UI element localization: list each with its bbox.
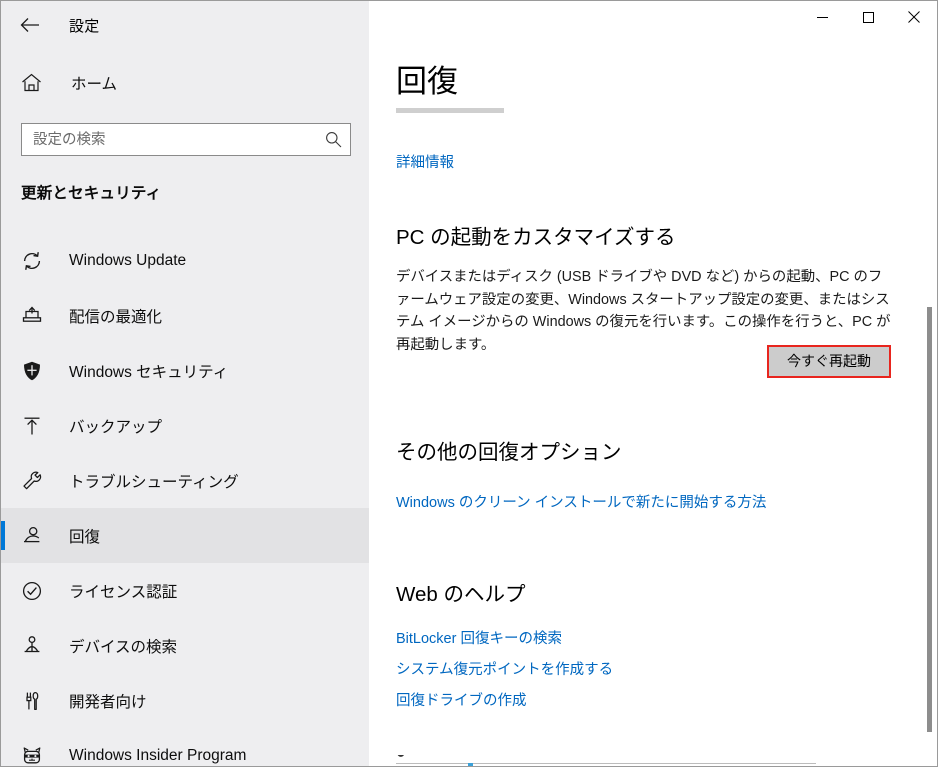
search-input[interactable] [22,124,316,155]
partial-glyph-icon: ● [396,755,406,763]
sidebar-item-for-developers[interactable]: 開発者向け [1,673,369,728]
maximize-button[interactable] [845,1,891,33]
developer-tools-icon [21,689,49,713]
sidebar-item-label: トラブルシューティング [69,473,239,491]
sidebar-item-label: バックアップ [69,418,163,436]
more-info-link[interactable]: 詳細情報 [396,151,454,172]
sidebar-item-label: Windows セキュリティ [69,363,229,381]
sidebar-item-label: ライセンス認証 [69,583,178,601]
check-circle-icon [21,579,49,603]
shield-icon [21,359,49,383]
sidebar-item-windows-security[interactable]: Windows セキュリティ [1,343,369,398]
page-title: 回復 [396,64,458,99]
sidebar-item-label: Windows Insider Program [69,746,247,764]
sidebar-item-backup[interactable]: バックアップ [1,398,369,453]
custom-startup-heading: PC の起動をカスタマイズする [396,226,676,249]
home-icon [21,71,49,95]
close-button[interactable] [891,1,937,33]
search-icon[interactable] [316,124,350,155]
custom-startup-description: デバイスまたはディスク (USB ドライブや DVD など) からの起動、PC … [396,269,891,353]
restart-button-wrapper: 今すぐ再起動 [767,345,891,378]
bottom-accent-mark [468,763,473,766]
window-controls [799,1,937,33]
sidebar-item-windows-update[interactable]: Windows Update [1,233,369,288]
upload-arrow-icon [21,414,49,438]
sidebar-item-label: 配信の最適化 [69,308,163,326]
title-underline [396,108,504,113]
delivery-optimization-icon [21,304,49,328]
content-scrollbar[interactable] [922,33,936,766]
sidebar-item-label: Windows Update [69,251,187,269]
bitlocker-recovery-key-link[interactable]: BitLocker 回復キーの検索 [396,627,562,648]
cut-off-bottom-item: ● [396,755,816,766]
sidebar-item-label: 開発者向け [69,693,147,711]
content-pane: 回復 詳細情報 PC の起動をカスタマイズする デバイスまたはディスク (USB… [369,1,937,766]
restart-now-button[interactable]: 今すぐ再起動 [767,345,891,378]
sidebar-item-activation[interactable]: ライセンス認証 [1,563,369,618]
recovery-icon [21,524,49,548]
sidebar-item-recovery[interactable]: 回復 [1,508,369,563]
find-device-icon [21,634,49,658]
search-box[interactable] [21,123,351,156]
sync-refresh-icon [21,249,49,273]
ninjacat-icon [21,744,49,767]
sidebar-item-label: 回復 [69,528,101,546]
web-help-heading: Web のヘルプ [396,583,526,606]
create-recovery-drive-link[interactable]: 回復ドライブの作成 [396,689,527,710]
settings-window: 設定 ホーム 更新とセキュリティ [0,0,938,767]
bottom-divider [396,763,816,764]
minimize-button[interactable] [799,1,845,33]
title-bar [1,1,937,33]
sidebar-item-delivery-optimization[interactable]: 配信の最適化 [1,288,369,343]
home-label: ホーム [71,76,118,93]
sidebar-section-title: 更新とセキュリティ [21,185,162,202]
scrollbar-thumb[interactable] [927,307,932,732]
sidebar-item-windows-insider-program[interactable]: Windows Insider Program [1,728,369,766]
wrench-icon [21,469,49,493]
sidebar-item-home[interactable]: ホーム [21,69,117,97]
sidebar-item-label: デバイスの検索 [69,638,178,656]
clean-install-link[interactable]: Windows のクリーン インストールで新たに開始する方法 [396,491,766,512]
sidebar: 設定 ホーム 更新とセキュリティ [1,1,369,766]
other-recovery-options-heading: その他の回復オプション [396,441,622,464]
create-restore-point-link[interactable]: システム復元ポイントを作成する [396,658,613,679]
sidebar-item-find-my-device[interactable]: デバイスの検索 [1,618,369,673]
sidebar-nav-list: Windows Update 配信の最適化 Windows セキュリティ バック… [1,233,369,766]
sidebar-item-troubleshoot[interactable]: トラブルシューティング [1,453,369,508]
